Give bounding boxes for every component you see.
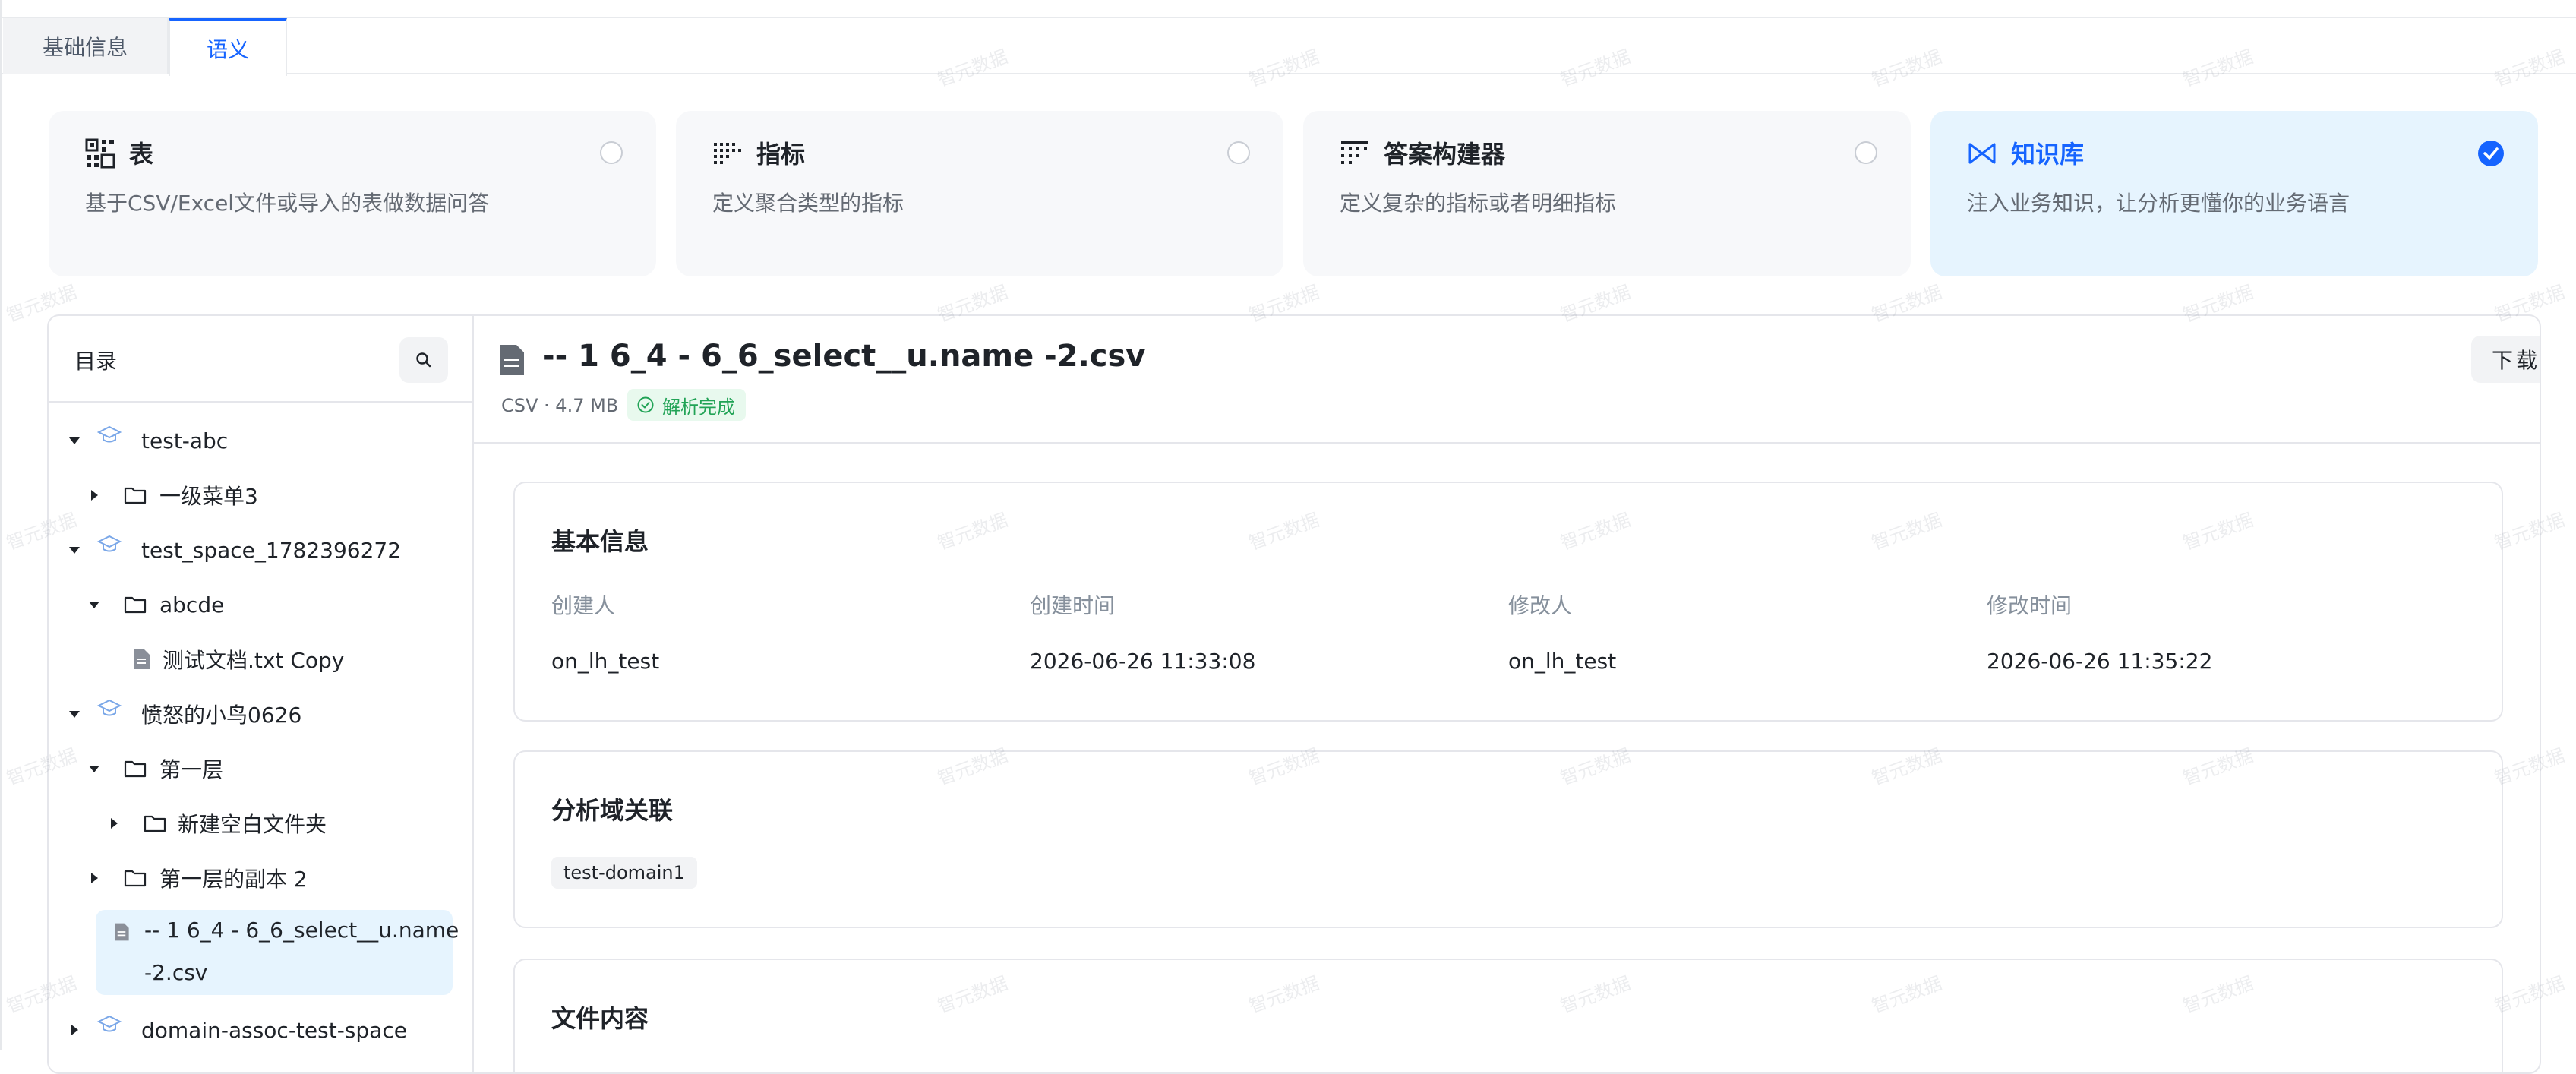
tree-node-folder[interactable]: 第一层 [49,742,472,795]
domain-tag[interactable]: test-domain1 [551,857,697,889]
caret-right-icon[interactable] [67,1022,82,1038]
card-radio[interactable] [1855,141,1877,164]
type-card-table[interactable]: 表 基于CSV/Excel文件或导入的表做数据问答 [49,111,656,276]
space-cap-icon [97,699,122,716]
tree-node-label: test-abc [141,428,229,453]
caret-down-icon[interactable] [67,433,82,448]
space-cap-icon [97,535,122,552]
tree-node-label: 测试文档.txt Copy [163,648,345,673]
section-title: 基本信息 [551,527,649,556]
tree-node-label: -- 1 6_4 - 6_6_select__u.name [144,918,459,943]
tree-node-label: 第一层 [159,757,224,782]
tree-node-space[interactable]: 愤怒的小鸟0626 [49,687,472,741]
card-title: 指标 [756,140,806,169]
created-time-label: 创建时间 [1030,593,1116,618]
tree-node-label: 新建空白文件夹 [178,812,327,837]
file-doc-icon [500,345,524,375]
caret-down-icon[interactable] [87,761,102,776]
check-circle-outline-icon [637,396,654,413]
tree-node-label: test_space_1782396272 [141,537,402,563]
caret-right-icon[interactable] [106,816,122,831]
space-cap-icon [97,425,122,443]
file-header: -- 1 6_4 - 6_6_select__u.name -2.csv CSV… [474,316,2540,444]
search-button[interactable] [399,337,448,383]
tree-node-space[interactable]: domain-assoc-test-space [49,1003,472,1057]
file-doc-icon [115,923,129,941]
tree-node-space[interactable]: test-abc [49,414,472,467]
card-title: 表 [129,140,154,169]
page: 基础信息 语义 表 基于CSV/Excel文件或导入的表做数据问答 指标 定义聚… [0,0,2576,1074]
directory-sidebar: 目录 test-abc 一级菜单3 test_space_1782396272 … [49,316,474,1072]
card-radio[interactable] [1227,141,1250,164]
tree-node-label: domain-assoc-test-space [141,1017,407,1043]
tree-node-label: 愤怒的小鸟0626 [141,703,302,728]
sidebar-header: 目录 [49,316,472,403]
tree-node-label-line2: -2.csv [144,960,208,985]
folder-icon [124,760,147,778]
table-grid-icon [85,138,115,169]
type-card-answer-builder[interactable]: 答案构建器 定义复杂的指标或者明细指标 [1303,111,1911,276]
creator-value: on_lh_test [551,649,660,674]
caret-down-icon[interactable] [87,597,102,612]
section-title: 分析域关联 [551,796,674,825]
modifier-label: 修改人 [1508,593,1573,618]
tree-node-folder[interactable]: 新建空白文件夹 [49,797,472,850]
tree-node-folder[interactable]: 第一层的副本 2 [49,851,472,905]
modifier-value: on_lh_test [1508,649,1617,674]
download-button[interactable]: 下载 [2471,336,2540,383]
section-title: 文件内容 [551,1004,649,1033]
folder-icon [144,815,166,832]
domain-association-section: 分析域关联 test-domain1 [513,750,2503,928]
tab-bar: 基础信息 语义 [2,18,2576,76]
type-card-metric[interactable]: 指标 定义聚合类型的指标 [676,111,1283,276]
search-icon [416,352,431,368]
file-meta: CSV · 4.7 MB [501,395,619,416]
basic-info-section: 基本信息 创建人 创建时间 修改人 修改时间 on_lh_test 2026-0… [513,482,2503,722]
card-desc: 基于CSV/Excel文件或导入的表做数据问答 [85,191,490,216]
tab-basic-info[interactable]: 基础信息 [3,18,169,74]
created-time-value: 2026-06-26 11:33:08 [1030,649,1256,674]
main-panel: 目录 test-abc 一级菜单3 test_space_1782396272 … [47,314,2541,1074]
folder-icon [124,870,147,887]
caret-down-icon[interactable] [67,706,82,722]
check-circle-icon[interactable] [2477,140,2505,167]
card-desc: 定义聚合类型的指标 [712,191,904,216]
card-desc: 注入业务知识，让分析更懂你的业务语言 [1967,191,2350,216]
card-title: 答案构建器 [1384,140,1506,169]
card-title: 知识库 [2011,140,2085,169]
tree-node-label: 一级菜单3 [159,484,258,509]
file-content-section: 文件内容 [513,959,2503,1072]
card-radio[interactable] [600,141,623,164]
tree-node-file[interactable]: 测试文档.txt Copy [49,633,472,686]
knowledge-icon [1968,143,1996,164]
file-title: -- 1 6_4 - 6_6_select__u.name -2.csv [542,339,1146,374]
status-text: 解析完成 [662,396,735,418]
caret-down-icon[interactable] [67,542,82,558]
tree-node-folder[interactable]: abcde [49,578,472,631]
metric-dots-icon [714,143,741,164]
tree-node-space[interactable]: test_space_1782396272 [49,523,472,576]
type-card-knowledge[interactable]: 知识库 注入业务知识，让分析更懂你的业务语言 [1930,111,2538,276]
file-detail: -- 1 6_4 - 6_6_select__u.name -2.csv CSV… [474,316,2540,1072]
folder-icon [124,596,147,614]
card-desc: 定义复杂的指标或者明细指标 [1340,191,1617,216]
creator-label: 创建人 [551,593,616,618]
tree-node-label: abcde [159,592,225,618]
sidebar-title: 目录 [74,349,118,374]
status-badge: 解析完成 [627,389,746,421]
modified-time-label: 修改时间 [1987,593,2072,618]
caret-right-icon[interactable] [87,488,102,503]
file-doc-icon [134,649,150,669]
space-cap-icon [97,1015,122,1032]
modified-time-value: 2026-06-26 11:35:22 [1987,649,2213,674]
caret-right-icon[interactable] [87,870,102,886]
tab-semantic[interactable]: 语义 [169,18,287,76]
top-strip [2,0,2576,18]
tree-node-label: 第一层的副本 2 [159,867,308,892]
answer-builder-icon [1341,141,1368,164]
folder-icon [124,487,147,504]
tree-node-folder[interactable]: 一级菜单3 [49,469,472,522]
